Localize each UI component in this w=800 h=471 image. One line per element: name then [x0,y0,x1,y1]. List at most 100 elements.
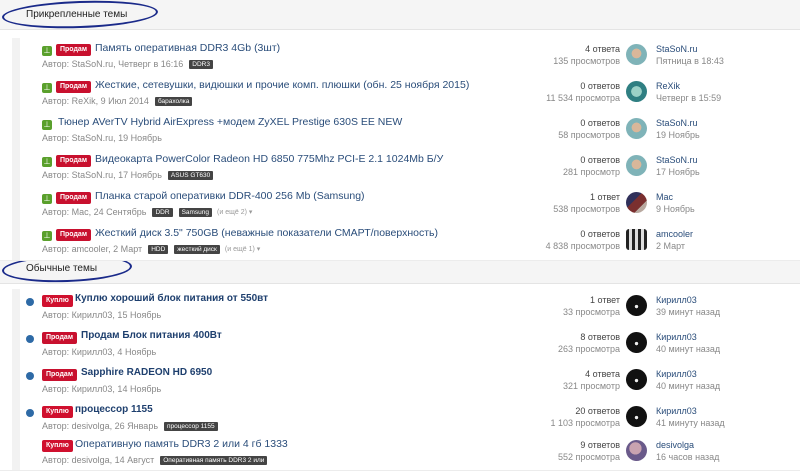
author-text[interactable]: Автор: StaSoN.ru, 19 Ноябрь [42,133,162,143]
tag-badge[interactable]: жесткий диск [174,244,220,254]
unread-dot-icon[interactable] [26,335,34,343]
avatar[interactable] [626,192,647,213]
last-post-time[interactable]: 17 Ноябрь [656,166,700,178]
topic-title-link[interactable]: Оперативную память DDR3 2 или 4 гб 1333 [75,438,288,450]
author-text[interactable]: Автор: Кирилл03, 4 Ноябрь [42,347,156,357]
row-stripe [12,75,20,112]
last-post-time[interactable]: Четверг в 15:59 [656,92,721,104]
more-tags-toggle[interactable]: (и ещё 1) ▾ [225,245,260,253]
last-post-time[interactable]: 39 минут назад [656,306,720,318]
topic-title-link[interactable]: Тюнер AVerTV Hybrid AirExpress +модем Zy… [58,116,402,128]
author-text[interactable]: Автор: ReXik, 9 Июл 2014 [42,96,149,106]
last-post-user-link[interactable]: StaSoN.ru [656,154,700,166]
last-post-time[interactable]: 40 минут назад [656,380,720,392]
author-text[interactable]: Автор: Mac, 24 Сентябрь [42,207,146,217]
unread-dot-icon[interactable] [26,372,34,380]
last-post-user-link[interactable]: StaSoN.ru [656,117,700,129]
avatar[interactable] [626,369,647,390]
avatar[interactable] [626,406,647,427]
last-post-user-link[interactable]: Mac [656,191,695,203]
prefix-badge[interactable]: Продам [56,44,92,56]
author-text[interactable]: Автор: desivolga, 26 Январь [42,421,158,431]
last-post-user-link[interactable]: Кирилл03 [656,294,720,306]
tag-badge[interactable]: процессор 1155 [164,421,218,431]
prefix-badge[interactable]: Куплю [42,295,73,307]
tag-badge[interactable]: Samsung [178,207,213,217]
topic-meta: Автор: Кирилл03, 15 Ноябрь [42,310,161,320]
last-post-user-link[interactable]: desivolga [656,439,719,451]
avatar[interactable] [626,229,647,250]
more-tags-toggle[interactable]: (и ещё 2) ▾ [217,208,252,216]
avatar[interactable] [626,155,647,176]
prefix-badge[interactable]: Куплю [42,406,73,418]
row-stripe [12,289,20,326]
avatar[interactable] [626,81,647,102]
prefix-badge[interactable]: Продам [56,229,92,241]
topic-meta: Автор: Mac, 24 Сентябрь DDR Samsung (и ещё … [42,207,252,217]
author-text[interactable]: Автор: StaSoN.ru, 17 Ноябрь [42,170,162,180]
last-post-time[interactable]: 9 Ноябрь [656,203,695,215]
answers-count: 0 ответов [580,81,620,91]
tag-badge[interactable]: Оперативная память DDR3 2 или [160,455,268,465]
last-post-time[interactable]: 19 Ноябрь [656,129,700,141]
avatar[interactable] [626,440,647,461]
last-post-time[interactable]: 2 Март [656,240,693,252]
last-post-user-link[interactable]: Кирилл03 [656,368,720,380]
tag-badge[interactable]: DDR [152,207,173,217]
prefix-badge[interactable]: Продам [42,369,78,381]
author-text[interactable]: Автор: amcooler, 2 Март [42,244,142,254]
topic-title-link[interactable]: Жесткие, сетевушки, видюшки и прочие ком… [95,79,469,91]
topic-row: Продам Sapphire RADEON HD 6950 Автор: Кири… [0,363,800,401]
tag-badge[interactable]: DDR3 [189,59,213,69]
unread-dot-icon[interactable] [26,409,34,417]
author-text[interactable]: Автор: Кирилл03, 14 Ноябрь [42,384,161,394]
last-post-user-link[interactable]: Кирилл03 [656,405,725,417]
topic-title-link[interactable]: Видеокарта PowerColor Radeon HD 6850 775… [95,153,443,165]
last-post-user-link[interactable]: Кирилл03 [656,331,720,343]
topic-title-link[interactable]: Куплю хороший блок питания от 550вт [75,293,268,304]
answers-count: 1 ответ [590,192,620,202]
tag-badge[interactable]: ASUS GT630 [167,170,214,180]
avatar[interactable] [626,118,647,139]
topic-title-link[interactable]: Sapphire RADEON HD 6950 [81,367,212,378]
topic-stats: 0 ответов 281 просмотр [563,154,620,178]
topic-stats: 0 ответов 4 838 просмотров [546,228,620,252]
prefix-badge[interactable]: Куплю [42,440,73,452]
last-post-time[interactable]: 41 минуту назад [656,417,725,429]
last-post-time[interactable]: Пятница в 18:43 [656,55,724,67]
avatar[interactable] [626,44,647,65]
tag-badge[interactable]: HDD [148,244,169,254]
avatar[interactable] [626,295,647,316]
last-post-user-link[interactable]: amcooler [656,228,693,240]
topic-title-link[interactable]: Память оперативная DDR3 4Gb (3шт) [95,42,280,54]
author-text[interactable]: Автор: StaSoN.ru, Четверг в 16:16 [42,59,183,69]
answers-count: 1 ответ [590,295,620,305]
topic-row: ⊥ Тюнер AVerTV Hybrid AirExpress +модем Z… [0,112,800,150]
tag-badge[interactable]: барахолка [154,96,193,106]
prefix-badge[interactable]: Продам [56,155,92,167]
prefix-badge[interactable]: Продам [56,81,92,93]
annotation-circle [1,0,159,31]
last-post-time[interactable]: 40 минут назад [656,343,720,355]
topic-stats: 4 ответа 321 просмотр [563,368,620,392]
last-post-time[interactable]: 16 часов назад [656,451,719,463]
author-text[interactable]: Автор: desivolga, 14 Август [42,455,154,465]
topic-meta: Автор: Кирилл03, 4 Ноябрь [42,347,156,357]
topic-title-link[interactable]: Продам Блок питания 400Вт [81,330,222,341]
topic-row: Куплю Оперативную память DDR3 2 или 4 гб … [0,434,800,471]
avatar[interactable] [626,332,647,353]
topic-row: ⊥ Продам Видеокарта PowerColor Radeon HD 6… [0,149,800,187]
topic-title-link[interactable]: процессор 1155 [75,404,153,415]
prefix-badge[interactable]: Продам [42,332,78,344]
topic-title-link[interactable]: Жесткий диск 3.5" 750GB (неважные показа… [95,227,438,239]
unread-dot-icon[interactable] [26,298,34,306]
topic-meta: Автор: StaSoN.ru, 17 Ноябрь ASUS GT630 [42,170,214,180]
prefix-badge[interactable]: Продам [56,192,92,204]
last-post-user-link[interactable]: ReXik [656,80,721,92]
author-text[interactable]: Автор: Кирилл03, 15 Ноябрь [42,310,161,320]
last-post-info: Mac 9 Ноябрь [656,191,695,215]
last-post-user-link[interactable]: StaSoN.ru [656,43,724,55]
last-post-info: Кирилл03 40 минут назад [656,331,720,355]
topic-title-link[interactable]: Планка старой оперативки DDR-400 256 Mb … [95,190,365,202]
pin-icon: ⊥ [42,46,52,56]
